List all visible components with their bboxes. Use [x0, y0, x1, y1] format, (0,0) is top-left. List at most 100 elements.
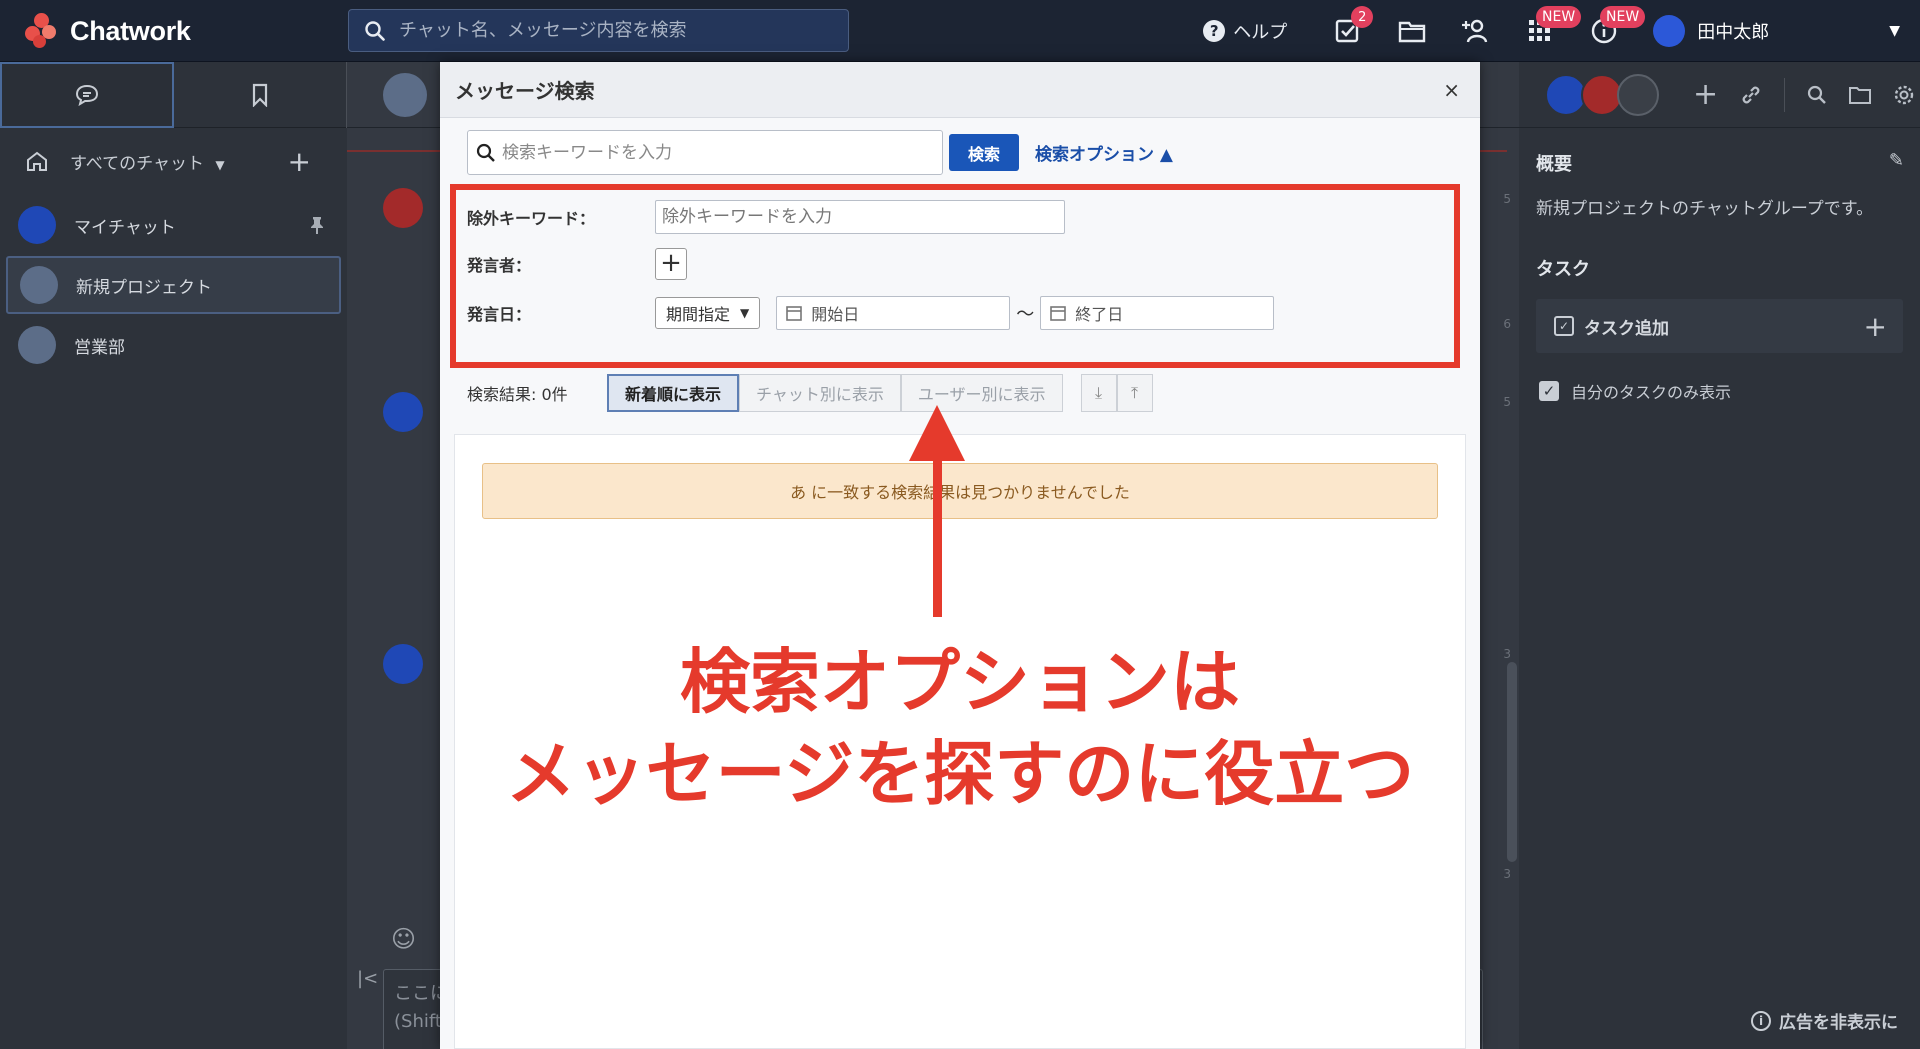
- caret-down-icon: ▼: [1889, 23, 1900, 39]
- chat-filter-label: すべてのチャット: [70, 153, 204, 174]
- upload-icon[interactable]: ⤒: [1116, 374, 1153, 412]
- close-icon[interactable]: ×: [1443, 78, 1460, 102]
- period-select-value: 期間指定: [666, 305, 731, 324]
- add-speaker-button[interactable]: +: [655, 248, 687, 280]
- chat-scrollbar[interactable]: [1507, 662, 1517, 862]
- speaker-label: 発言者：: [467, 256, 532, 275]
- modal-header: メッセージ検索 ×: [440, 62, 1480, 118]
- top-bar: Chatwork ? ヘルプ 2 NEW NEW 田中太郎: [0, 0, 1920, 62]
- add-task-icon[interactable]: +: [1864, 310, 1887, 343]
- view-by-chat-button[interactable]: チャット別に表示: [739, 374, 901, 412]
- global-search-box[interactable]: [348, 9, 849, 52]
- add-chat-icon[interactable]: +: [288, 145, 311, 178]
- own-tasks-label: 自分のタスクのみ表示: [1571, 383, 1732, 402]
- home-icon: [27, 151, 47, 171]
- time-mark: 5: [1503, 192, 1511, 206]
- user-avatar: [1653, 15, 1686, 47]
- tab-bookmarks[interactable]: [174, 62, 347, 128]
- task-add-button[interactable]: ✓ タスク追加 +: [1536, 299, 1903, 353]
- exclude-label: 除外キーワード：: [467, 209, 596, 228]
- checkbox-icon: ✓: [1554, 316, 1574, 336]
- range-separator: 〜: [1016, 304, 1035, 325]
- apps-new-badge: NEW: [1536, 6, 1582, 28]
- calendar-icon: [1050, 306, 1067, 321]
- results-count: 検索結果: 0件: [467, 385, 568, 404]
- hide-ad-label: 広告を非表示に: [1779, 1013, 1898, 1033]
- help-icon: ?: [1203, 20, 1226, 42]
- info-button[interactable]: NEW: [1581, 6, 1646, 52]
- task-section-title: タスク: [1519, 219, 1920, 281]
- message-avatar: [383, 644, 423, 684]
- calendar-icon: [786, 306, 803, 321]
- add-contact-icon: [1462, 19, 1488, 43]
- task-count-badge: 2: [1351, 6, 1374, 28]
- contact-button[interactable]: [1453, 10, 1499, 52]
- help-button[interactable]: ? ヘルプ: [1203, 10, 1287, 52]
- own-tasks-toggle[interactable]: ✓ 自分のタスクのみ表示: [1519, 353, 1920, 403]
- info-new-badge: NEW: [1600, 6, 1646, 28]
- member-avatar[interactable]: [1617, 73, 1659, 116]
- chatwork-logo[interactable]: Chatwork: [24, 12, 191, 50]
- user-menu[interactable]: 田中太郎 ▼: [1653, 15, 1900, 47]
- help-label: ヘルプ: [1233, 22, 1288, 43]
- annotation-caption: 検索オプションは メッセージを探すのに役立つ: [440, 636, 1480, 820]
- logo-mark-icon: [24, 12, 64, 50]
- sidebar-item-sales[interactable]: 営業部: [6, 316, 341, 374]
- exclude-keyword-input[interactable]: [655, 200, 1065, 234]
- sidebar: すべてのチャット ▼ + マイチャット 新規プロジェクト 営業部: [0, 62, 347, 1049]
- folder-icon[interactable]: [1849, 85, 1872, 105]
- annotation-line2: メッセージを探すのに役立つ: [505, 733, 1415, 815]
- checkbox-checked-icon[interactable]: ✓: [1539, 381, 1559, 401]
- search-icon[interactable]: [1807, 85, 1827, 105]
- apps-button[interactable]: NEW: [1517, 6, 1582, 52]
- search-options-toggle[interactable]: 検索オプション ▲: [1035, 140, 1173, 165]
- tab-chat-list[interactable]: [0, 62, 174, 128]
- time-mark: 3: [1503, 867, 1511, 881]
- pin-icon[interactable]: [309, 215, 325, 235]
- gear-icon[interactable]: [1893, 84, 1915, 106]
- overview-text: 新規プロジェクトのチャットグループです。: [1536, 199, 1874, 219]
- bookmark-icon: [252, 83, 267, 107]
- filter-caret-icon: ▼: [215, 157, 225, 172]
- chat-bubble-icon: [75, 84, 98, 106]
- start-date-placeholder: 開始日: [811, 305, 860, 324]
- right-panel: + 概要 ✎ 新規プロジェクトのチャットグループです。 タスク ✓ タスク追加 …: [1519, 62, 1920, 1049]
- keyword-input[interactable]: [502, 142, 932, 163]
- date-label: 発言日：: [467, 305, 532, 324]
- end-date-field[interactable]: 終了日: [1040, 296, 1275, 330]
- time-mark: 3: [1503, 647, 1511, 661]
- sidebar-item-mychat[interactable]: マイチャット: [6, 196, 341, 254]
- search-button[interactable]: 検索: [949, 134, 1019, 171]
- end-date-placeholder: 終了日: [1075, 305, 1124, 324]
- chat-filter[interactable]: すべてのチャット ▼ +: [0, 128, 347, 194]
- file-button[interactable]: [1389, 10, 1435, 52]
- period-select[interactable]: 期間指定 ▼: [655, 297, 761, 329]
- time-mark: 6: [1503, 317, 1511, 331]
- divider: [1784, 77, 1786, 112]
- hide-ad-link[interactable]: i 広告を非表示に: [1751, 1008, 1898, 1033]
- room-avatar: [383, 73, 427, 117]
- collapse-sidebar-icon[interactable]: |<: [357, 968, 378, 989]
- message-avatar: [383, 188, 423, 228]
- search-options-highlight: 除外キーワード： 発言者： + 発言日： 期間指定 ▼ 開始日 〜 終了日: [450, 184, 1460, 368]
- caret-down-icon: ▼: [740, 306, 750, 320]
- info-icon: i: [1751, 1010, 1771, 1031]
- pencil-icon[interactable]: ✎: [1889, 150, 1904, 176]
- avatar: [18, 326, 56, 364]
- view-newest-button[interactable]: 新着順に表示: [607, 374, 740, 412]
- annotation-arrow: [909, 405, 965, 617]
- task-button[interactable]: 2: [1325, 6, 1374, 52]
- emoji-icon[interactable]: ☺: [391, 925, 416, 953]
- download-icon[interactable]: ⤓: [1080, 374, 1117, 412]
- folder-icon: [1399, 21, 1426, 43]
- logo-text: Chatwork: [70, 15, 191, 46]
- global-search-input[interactable]: [399, 20, 799, 41]
- start-date-field[interactable]: 開始日: [776, 296, 1011, 330]
- keyword-box[interactable]: [467, 130, 943, 175]
- link-icon[interactable]: [1740, 84, 1762, 106]
- overview-title-text: 概要: [1536, 154, 1572, 175]
- annotation-line1: 検索オプションは: [680, 641, 1240, 723]
- room-label: マイチャット: [74, 217, 176, 238]
- add-member-icon[interactable]: +: [1693, 77, 1718, 112]
- sidebar-item-new-project[interactable]: 新規プロジェクト: [6, 256, 341, 314]
